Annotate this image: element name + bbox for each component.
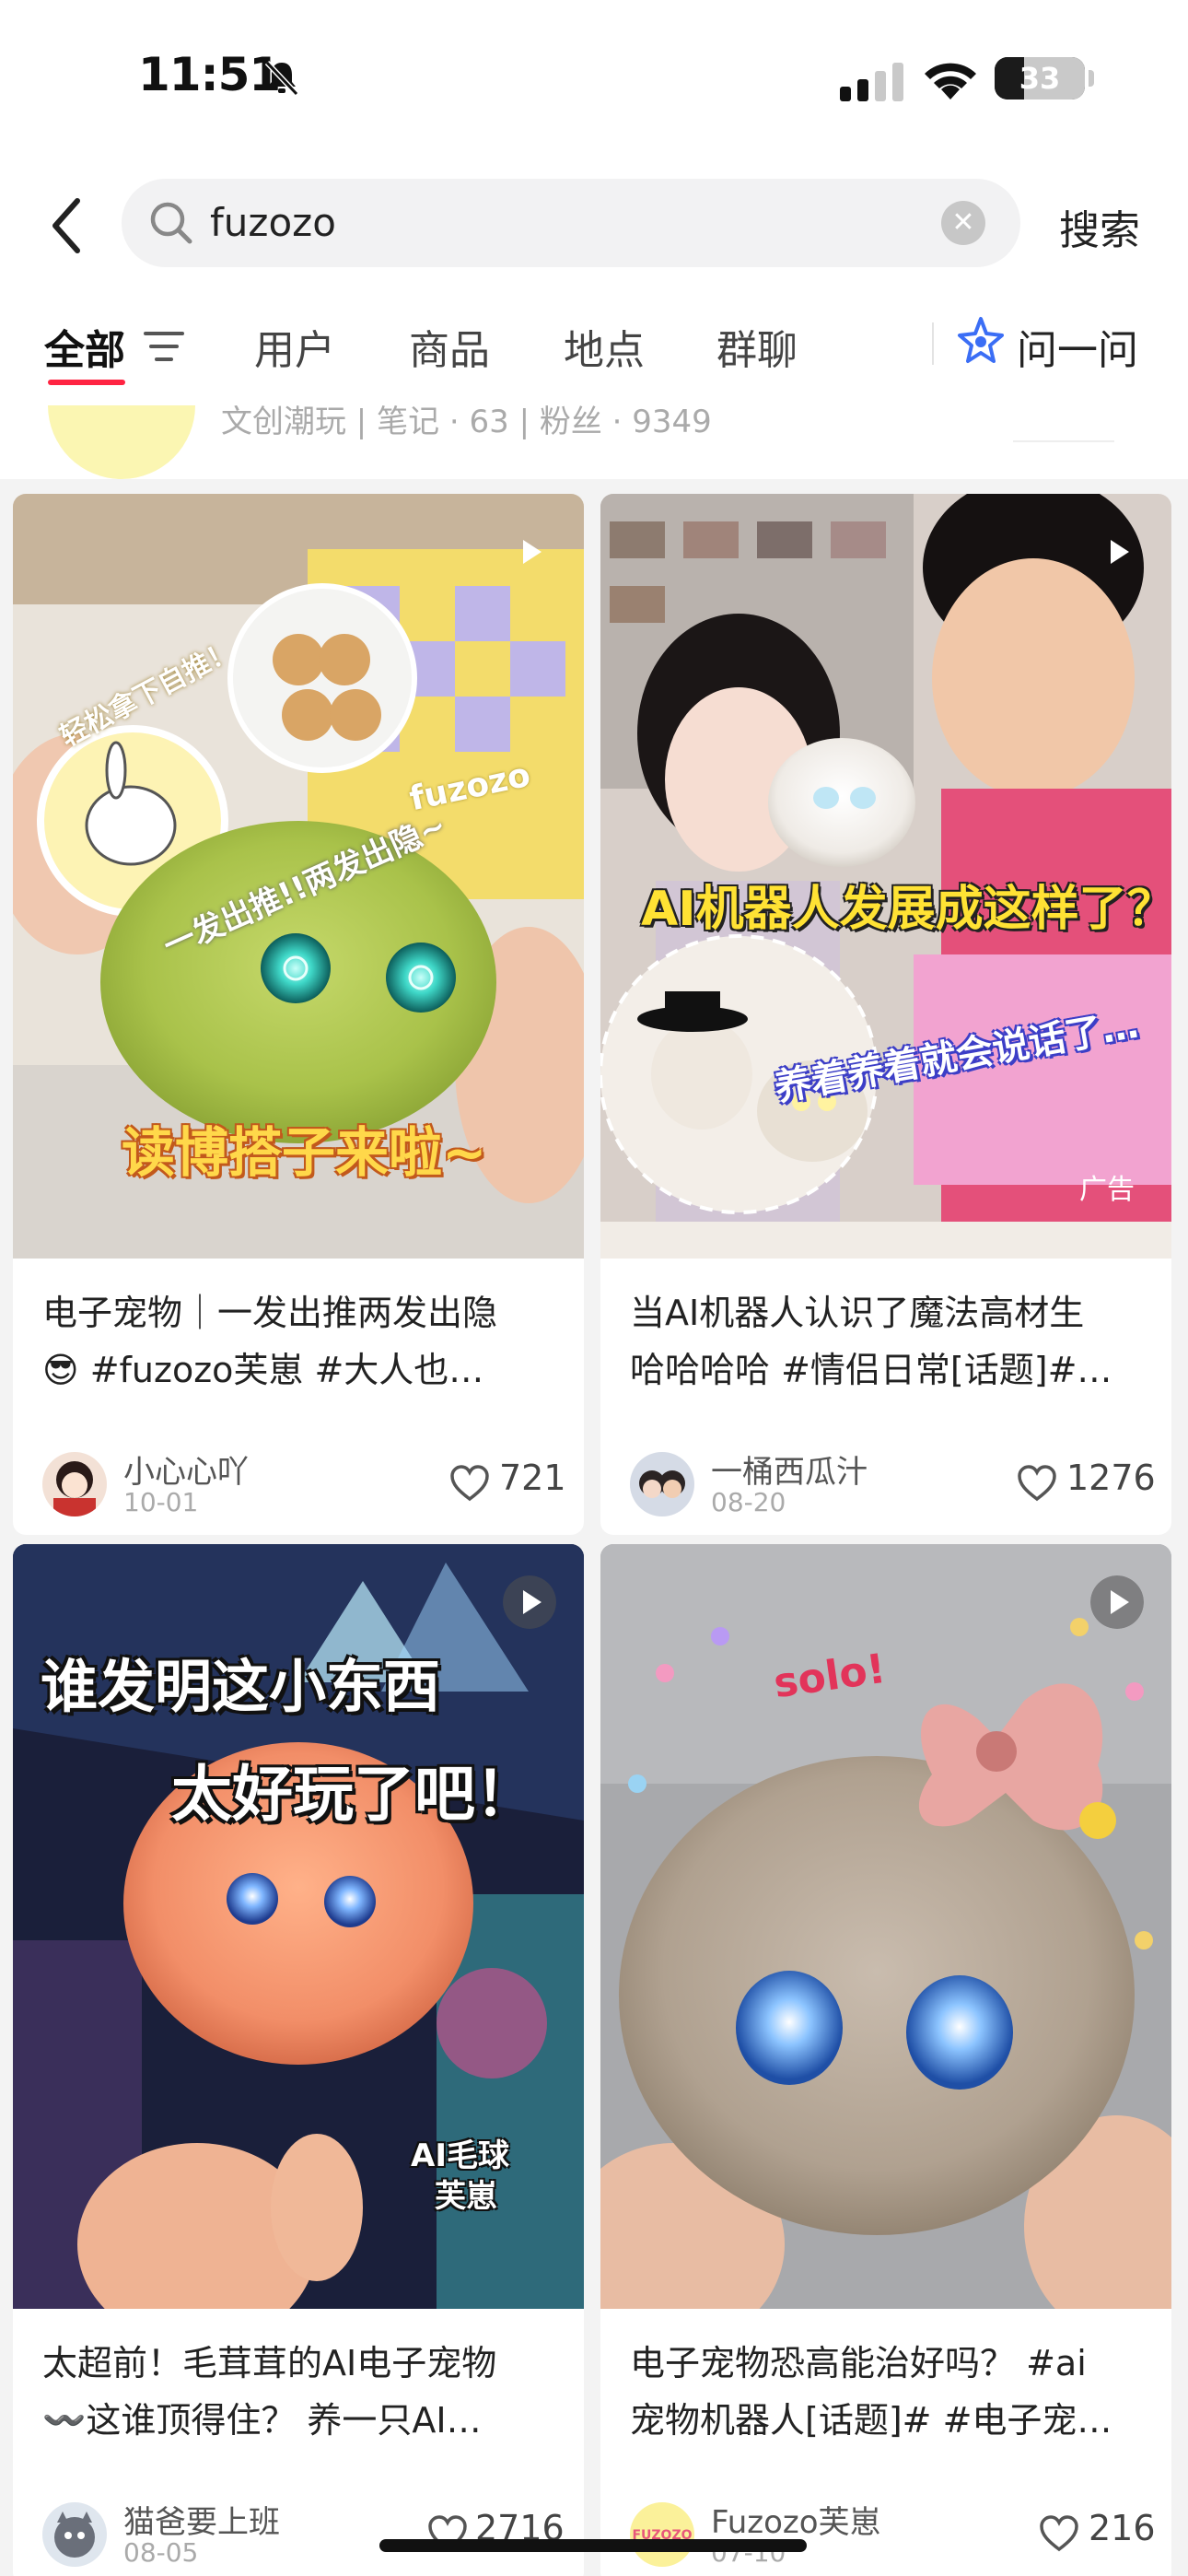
- heart-icon[interactable]: [1039, 2515, 1079, 2552]
- cover-headline: 太好玩了吧！: [171, 1759, 536, 1830]
- active-tab-indicator: [48, 380, 125, 385]
- like-count: 1276: [1066, 1458, 1156, 1498]
- play-icon: [1090, 1575, 1144, 1629]
- post-date: 08-05: [123, 2537, 199, 2568]
- note-cover[interactable]: solo!: [600, 1544, 1171, 2309]
- tab-users[interactable]: 用户: [254, 317, 335, 376]
- bell-slash-icon: [264, 60, 299, 97]
- note-title-line: 〰️这谁顶得住？ 养一只AI…: [42, 2400, 482, 2441]
- home-indicator[interactable]: [379, 2539, 807, 2552]
- follow-button[interactable]: [1013, 405, 1114, 442]
- heart-icon[interactable]: [449, 1465, 490, 1502]
- status-bar: 11:51 33: [0, 0, 1188, 157]
- sparkle-icon[interactable]: [954, 315, 1007, 369]
- signal-icon: [840, 63, 903, 101]
- note-title-line: 当AI机器人认识了魔法高材生: [630, 1293, 1085, 1333]
- note-title-line: 宠物机器人[话题]# #电子宠…: [630, 2400, 1112, 2441]
- back-icon[interactable]: [44, 193, 90, 258]
- battery-icon: 33: [995, 57, 1085, 100]
- battery-level: 33: [1019, 61, 1061, 96]
- tab-divider: [932, 322, 934, 365]
- post-date: 08-20: [711, 1487, 786, 1517]
- play-icon: [503, 1575, 556, 1629]
- author-name[interactable]: 一桶西瓜汁: [711, 1446, 868, 1492]
- author-name[interactable]: 小心心吖: [123, 1446, 249, 1492]
- avatar[interactable]: [42, 1452, 107, 1516]
- note-card[interactable]: 轻松拿下自推！ 一发出推!!两发出隐~ fuzozo 读博搭子来啦~ 电子宠物｜…: [13, 494, 584, 1535]
- cover-headline: 谁发明这小东西: [41, 1653, 441, 1720]
- status-time: 11:51: [138, 48, 281, 101]
- note-card[interactable]: 谁发明这小东西 太好玩了吧！ AI毛球 芙崽 太超前！毛茸茸的AI电子宠物 〰️…: [13, 1544, 584, 2576]
- like-count: 721: [499, 1458, 566, 1498]
- battery-cap: [1089, 70, 1094, 87]
- note-cover[interactable]: 谁发明这小东西 太好玩了吧！ AI毛球 芙崽: [13, 1544, 584, 2309]
- cover-headline: 读博搭子来啦~: [122, 1121, 487, 1184]
- search-header: fuzozo ✕ 搜索: [0, 157, 1188, 295]
- author-name[interactable]: 猫爸要上班: [123, 2497, 280, 2542]
- author-name[interactable]: Fuzozo芙崽: [711, 2497, 881, 2542]
- cover-headline: AI机器人发展成这样了？: [641, 882, 1171, 937]
- search-button[interactable]: 搜索: [1059, 197, 1140, 256]
- cover-caption: 芙崽: [435, 2178, 497, 2215]
- search-query[interactable]: fuzozo: [210, 179, 336, 267]
- note-title[interactable]: 当AI机器人认识了魔法高材生 哈哈哈哈 #情侣日常[话题]#…: [630, 1284, 1146, 1399]
- note-card[interactable]: AI机器人发展成这样了？ 养着养着就会说话了… 广告 当AI机器人认识了魔法高材…: [600, 494, 1171, 1535]
- search-icon: [150, 202, 192, 244]
- cover-image: [600, 1544, 1171, 2309]
- note-title[interactable]: 电子宠物恐高能治好吗？ #ai 宠物机器人[话题]# #电子宠…: [630, 2335, 1146, 2449]
- avatar[interactable]: [630, 1452, 694, 1516]
- user-meta: 文创潮玩 | 笔记 · 63 | 粉丝 · 9349: [221, 405, 712, 440]
- note-title-line: 太超前！毛茸茸的AI电子宠物: [42, 2343, 497, 2383]
- filter-tabs: 全部 用户 商品 地点 群聊 问一问: [0, 295, 1188, 405]
- play-icon: [1111, 540, 1129, 564]
- ad-badge: 广告: [1079, 1174, 1135, 1206]
- tab-products[interactable]: 商品: [409, 317, 490, 376]
- note-title-line: 😎 #fuzozo芙崽 #大人也…: [42, 1350, 484, 1390]
- filter-icon[interactable]: [144, 328, 184, 365]
- user-result-row[interactable]: 文创潮玩 | 笔记 · 63 | 粉丝 · 9349: [0, 405, 1188, 479]
- note-card[interactable]: solo! 电子宠物恐高能治好吗？ #ai 宠物机器人[话题]# #电子宠… F…: [600, 1544, 1171, 2576]
- cover-caption: AI毛球: [411, 2137, 509, 2174]
- search-input[interactable]: fuzozo ✕: [122, 179, 1020, 267]
- heart-icon[interactable]: [1017, 1465, 1057, 1502]
- note-cover[interactable]: AI机器人发展成这样了？ 养着养着就会说话了… 广告: [600, 494, 1171, 1259]
- note-title-line: 哈哈哈哈 #情侣日常[话题]#…: [630, 1350, 1112, 1390]
- tab-group-chats[interactable]: 群聊: [716, 317, 798, 376]
- note-title-line: 电子宠物｜一发出推两发出隐: [42, 1293, 498, 1333]
- tab-places[interactable]: 地点: [564, 317, 645, 376]
- post-date: 10-01: [123, 1487, 199, 1517]
- wifi-icon: [925, 63, 976, 100]
- like-count: 216: [1089, 2508, 1156, 2548]
- note-cover[interactable]: 轻松拿下自推！ 一发出推!!两发出隐~ fuzozo 读博搭子来啦~: [13, 494, 584, 1259]
- note-title-line: 电子宠物恐高能治好吗？ #ai: [630, 2343, 1087, 2383]
- avatar[interactable]: FUZOZO: [630, 2502, 694, 2567]
- ask-button[interactable]: 问一问: [1017, 317, 1138, 376]
- play-icon: [523, 540, 542, 564]
- note-title[interactable]: 电子宠物｜一发出推两发出隐 😎 #fuzozo芙崽 #大人也…: [42, 1284, 558, 1399]
- avatar: [48, 405, 195, 479]
- clear-icon[interactable]: ✕: [941, 201, 985, 245]
- avatar[interactable]: [42, 2502, 107, 2567]
- tab-all[interactable]: 全部: [44, 317, 125, 376]
- note-title[interactable]: 太超前！毛茸茸的AI电子宠物 〰️这谁顶得住？ 养一只AI…: [42, 2335, 558, 2449]
